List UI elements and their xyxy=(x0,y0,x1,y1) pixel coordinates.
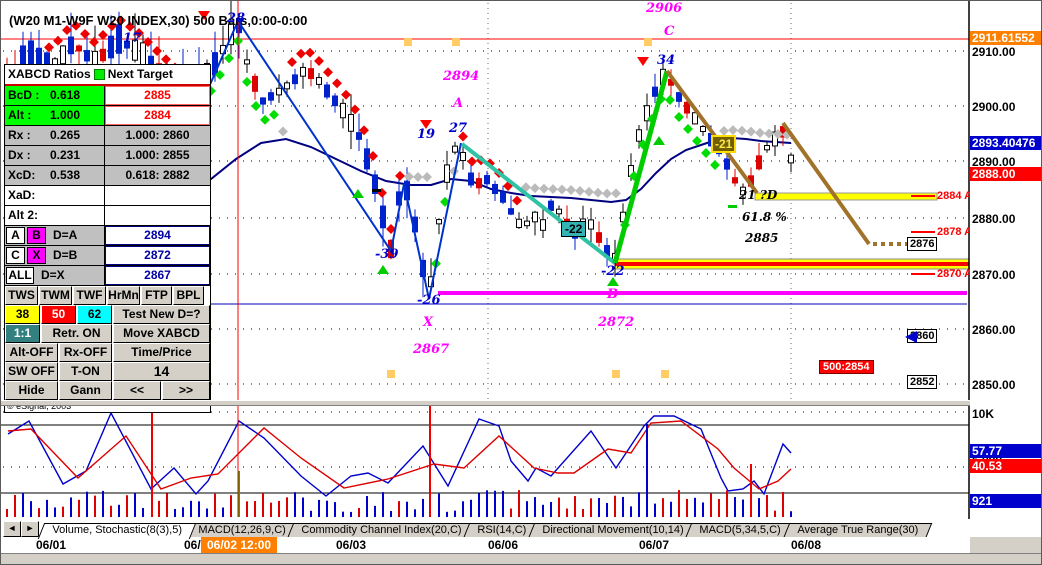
ratio-value: 0.618 xyxy=(50,88,81,102)
panel-target-title: Next Target xyxy=(107,67,173,81)
point-rows: A B D=A 2894 C X D=B 2872 ALL D=X 2867 xyxy=(5,226,210,286)
date-label: 06/ xyxy=(184,538,201,552)
test-new-d-button[interactable]: Test New D=? xyxy=(113,305,210,324)
twf-button[interactable]: TWF xyxy=(73,286,106,305)
current-price-flag: 57.77 xyxy=(970,444,1041,458)
ratio-target: 2885 xyxy=(105,86,210,105)
ratio-rows: BcD : 0.618 2885 Alt : 1.000 2884 Rx : 0.265 1.0… xyxy=(5,86,210,226)
forward-button[interactable]: >> xyxy=(162,381,210,400)
ratio-label: XaD: xyxy=(8,188,36,202)
axis-price-label: 10K xyxy=(972,407,995,421)
point-relation-label: D=X xyxy=(41,268,65,282)
tab-label: Directional Movement(10,14) xyxy=(542,524,684,536)
period-value-button[interactable]: 14 xyxy=(113,362,210,381)
time-price-button[interactable]: Time/Price xyxy=(113,343,210,362)
current-price-flag: 40.53 xyxy=(970,459,1041,473)
bpl-button[interactable]: BPL xyxy=(173,286,204,305)
axis-price-label: 2910.00 xyxy=(972,45,1016,59)
tab-scroll-left-button[interactable]: ◄ xyxy=(3,521,21,537)
twm-button[interactable]: TWM xyxy=(39,286,72,305)
tab-label: MACD(5,34,5,C) xyxy=(699,524,782,536)
ratio-value: 1.000 xyxy=(50,108,81,122)
ratio-target xyxy=(105,206,210,225)
ratio-label: Alt : xyxy=(8,108,32,122)
current-price-flag: 2911.61552 xyxy=(970,31,1041,45)
axis-price-label: 2850.00 xyxy=(972,378,1016,392)
ratio-label: BcD : xyxy=(8,88,40,102)
indicator-tabs: Volume, Stochastic(8(3),5) MACD(12,26,9,C… xyxy=(37,520,932,539)
panel-separator[interactable] xyxy=(1,400,970,406)
date-label: 06/07 xyxy=(639,538,670,552)
tws-button[interactable]: TWS xyxy=(5,286,38,305)
ratio-target: 1.000: 2855 xyxy=(105,146,210,165)
axis-price-label: 2880.00 xyxy=(972,212,1016,226)
date-label: 06/06 xyxy=(488,538,519,552)
ratio-value: 0.538 xyxy=(50,168,81,182)
axis-price-label: 2860.00 xyxy=(972,323,1016,337)
tab-label: MACD(12,26,9,C) xyxy=(198,524,286,536)
point-cell-highlight[interactable]: B xyxy=(27,227,46,244)
hrmn-button[interactable]: HrMn xyxy=(107,286,140,305)
panel-title: XABCD Ratios xyxy=(8,67,91,81)
ratio-label: Rx : xyxy=(8,128,31,142)
point-relation-label: D=B xyxy=(53,248,78,262)
t-on-button[interactable]: T-ON xyxy=(59,362,112,381)
level-38-button[interactable]: 38 xyxy=(5,305,40,324)
current-price-flag: 2888.00 xyxy=(970,167,1041,181)
ratio-label: XcD: xyxy=(8,168,36,182)
hide-button[interactable]: Hide xyxy=(5,381,58,400)
ratio-target xyxy=(105,186,210,205)
indicator-tabbar: ◄ ► Volume, Stochastic(8(3),5) MACD(12,26… xyxy=(1,520,1041,539)
level-50-button[interactable]: 50 xyxy=(41,305,76,324)
back-button[interactable]: << xyxy=(113,381,161,400)
date-label: 06/01 xyxy=(36,538,67,552)
ratio-value: 0.265 xyxy=(50,128,81,142)
point-cell-highlight[interactable]: X xyxy=(27,247,46,264)
point-cell[interactable]: C xyxy=(6,247,25,264)
ratio-label: Dx : xyxy=(8,148,31,162)
point-relation-label: D=A xyxy=(53,228,78,242)
point-price: 2867 xyxy=(105,266,210,285)
level-62-button[interactable]: 62 xyxy=(77,305,112,324)
ratio-target: 2884 xyxy=(105,106,210,125)
gann-button[interactable]: Gann xyxy=(59,381,112,400)
point-price: 2872 xyxy=(105,246,210,265)
move-xabcd-button[interactable]: Move XABCD xyxy=(113,324,210,343)
xabcd-panel: XABCD Ratios Next Target BcD : 0.618 2885 A… xyxy=(4,64,211,413)
ratio-value: 0.231 xyxy=(50,148,81,162)
point-cell[interactable]: ALL xyxy=(6,267,34,284)
date-label: 06/08 xyxy=(791,538,822,552)
axis-price-label: 2870.00 xyxy=(972,268,1016,282)
window-bottom-strip xyxy=(1,553,1041,564)
rx-off-button[interactable]: Rx-OFF xyxy=(59,343,112,362)
tab-label: Commodity Channel Index(20,C) xyxy=(301,524,462,536)
tab-label: Average True Range(30) xyxy=(797,524,918,536)
axis-price-label: 2900.00 xyxy=(972,100,1016,114)
tab-scroll-right-button[interactable]: ► xyxy=(21,521,39,537)
ftp-button[interactable]: FTP xyxy=(141,286,172,305)
crosshair-date-flag: 06/02 12:00 xyxy=(201,537,278,553)
date-axis[interactable]: 06/01 06/06/03 06/06 06/07 06/08 06/02 12:00 xyxy=(1,537,970,553)
sw-off-button[interactable]: SW OFF xyxy=(5,362,58,381)
price-axis[interactable]: 2910.00 2900.00 2890.00 2880.00 2870.00 2860.… xyxy=(970,1,1041,553)
ratio-target: 0.618: 2882 xyxy=(105,166,210,185)
retr-on-button[interactable]: Retr. ON xyxy=(41,324,112,343)
point-price: 2894 xyxy=(105,226,210,245)
tab-volume-stochastic-8-3-5[interactable]: Volume, Stochastic(8(3),5) xyxy=(37,523,196,539)
current-price-flag: 2893.40476 xyxy=(970,136,1041,150)
corner-fill xyxy=(970,537,1041,553)
current-price-flag: 921 xyxy=(970,494,1041,508)
date-label: 06/03 xyxy=(336,538,367,552)
alt-off-button[interactable]: Alt-OFF xyxy=(5,343,58,362)
chart-title: (W20 M1-W9F W20 INDEX,30) 500 Bars,0:00-… xyxy=(9,13,308,28)
ratio-target: 1.000: 2860 xyxy=(105,126,210,145)
ratio-label: Alt 2: xyxy=(8,208,38,222)
green-square-icon xyxy=(93,69,105,80)
one-to-one-button[interactable]: 1:1 xyxy=(5,324,40,343)
tab-label: RSI(14,C) xyxy=(477,524,527,536)
chart-window: (W20 M1-W9F W20 INDEX,30) 500 Bars,0:00-… xyxy=(0,0,1042,565)
tab-label: Volume, Stochastic(8(3),5) xyxy=(52,524,183,536)
point-cell[interactable]: A xyxy=(6,227,25,244)
